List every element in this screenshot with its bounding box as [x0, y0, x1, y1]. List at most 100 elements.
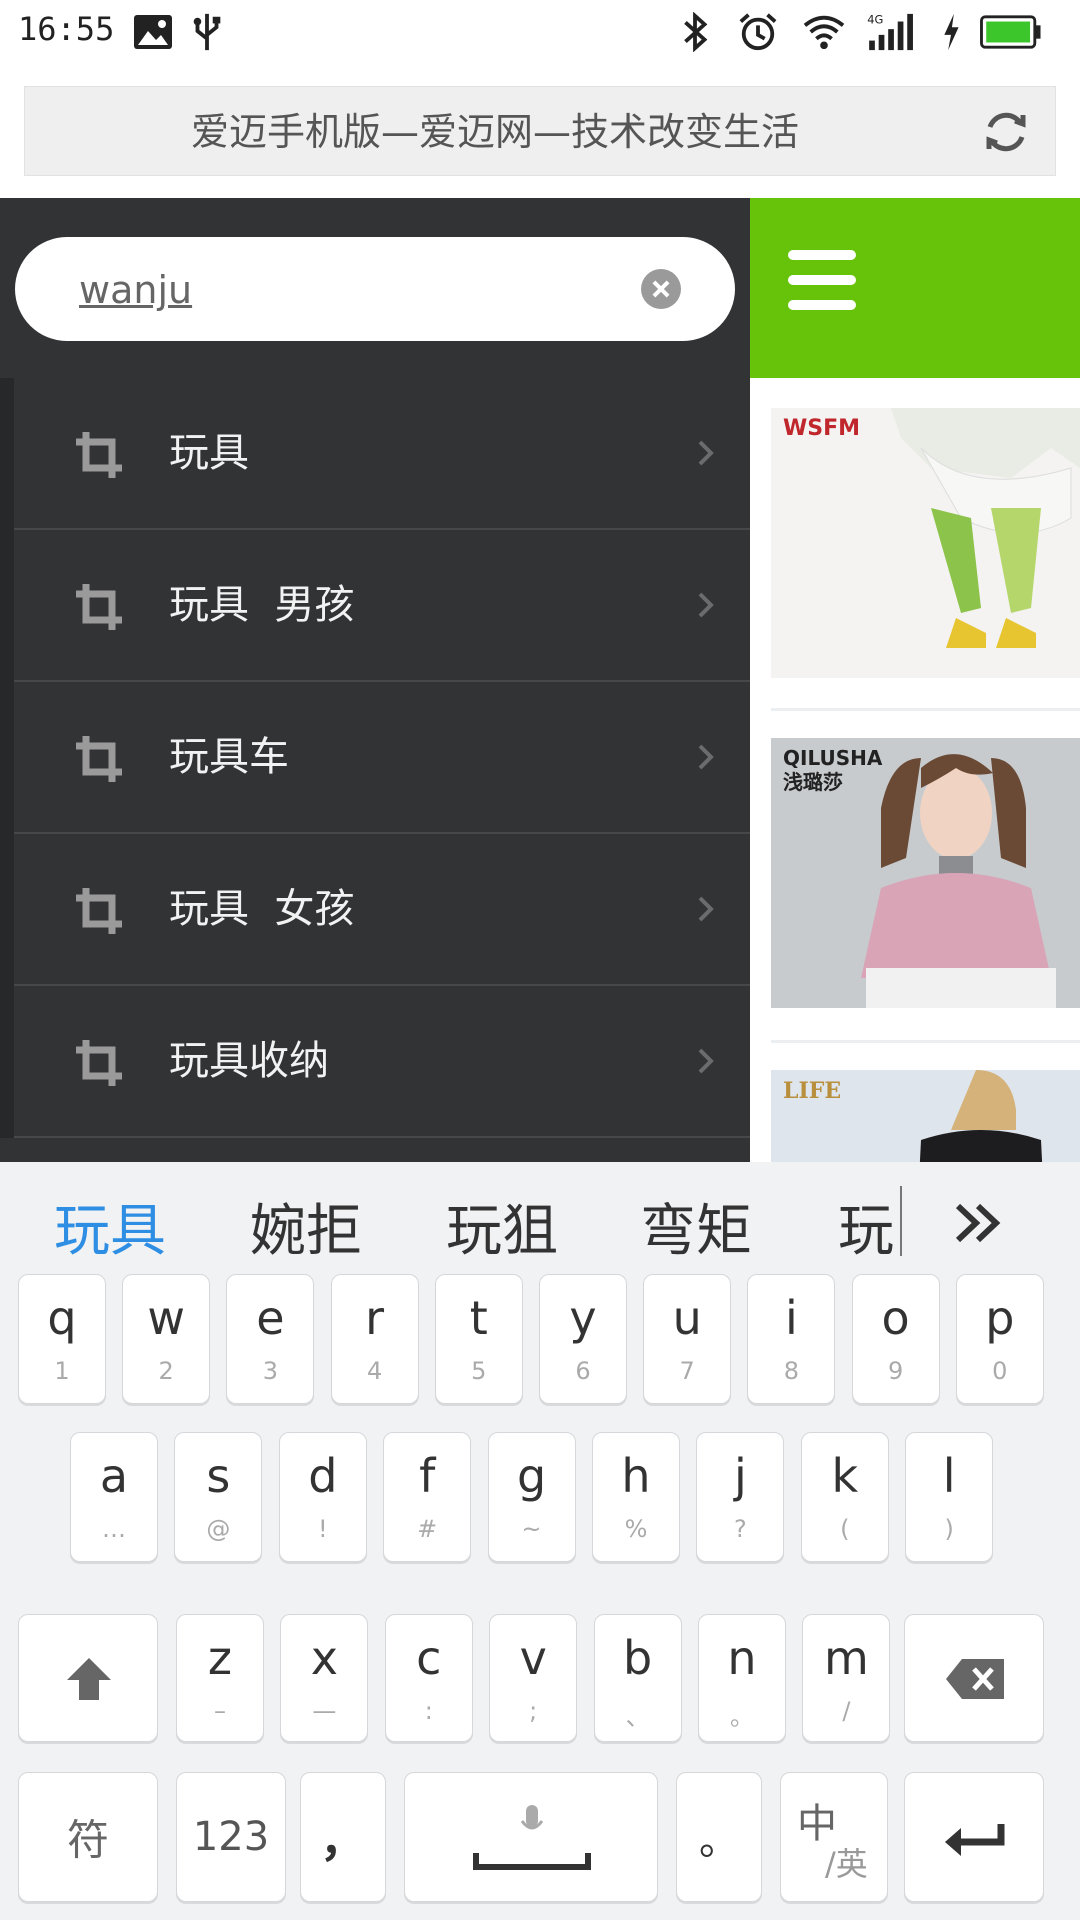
space-key[interactable]: [404, 1772, 658, 1902]
comma-key[interactable]: ，: [300, 1772, 386, 1902]
key-a[interactable]: a…: [70, 1432, 158, 1562]
charging-icon: [944, 13, 959, 51]
suggestion-item[interactable]: 玩具 男孩: [14, 530, 750, 682]
microphone-icon: [520, 1805, 544, 1830]
key-s[interactable]: s @: [174, 1432, 263, 1562]
key-secondary: 1: [54, 1357, 70, 1385]
menu-header: [750, 198, 1080, 378]
candidate-word[interactable]: 玩具: [54, 1186, 166, 1267]
key-secondary: :: [424, 1697, 433, 1725]
key-w[interactable]: w2: [122, 1274, 211, 1404]
suggestion-item[interactable]: 玩具车: [14, 682, 750, 834]
key-v[interactable]: v;: [489, 1614, 578, 1742]
product-image[interactable]: QILUSHA 浅璐莎: [771, 738, 1080, 1008]
suggestion-item[interactable]: 玩具 女孩: [14, 834, 750, 986]
menu-icon[interactable]: [788, 250, 856, 310]
chevron-right-icon: [698, 440, 714, 466]
candidate-bar: 玩具 婉拒 玩狙 弯矩 玩: [0, 1162, 1080, 1280]
key-u[interactable]: u7: [643, 1274, 732, 1404]
key-secondary: 3: [262, 1357, 279, 1385]
crop-icon: [76, 888, 122, 934]
product-image[interactable]: WSFM: [771, 408, 1080, 678]
key-secondary: 2: [158, 1357, 174, 1385]
candidate-word[interactable]: 玩: [838, 1186, 894, 1267]
usb-icon: [193, 13, 221, 51]
key-k[interactable]: k(: [800, 1432, 889, 1562]
key-letter: o: [881, 1291, 910, 1345]
key-p[interactable]: p0: [955, 1274, 1044, 1404]
divider: [771, 708, 1080, 711]
key-z[interactable]: z –: [176, 1614, 264, 1742]
search-box[interactable]: [15, 237, 735, 341]
key-secondary: —: [312, 1697, 337, 1725]
expand-candidates-icon[interactable]: [950, 1198, 1006, 1248]
suggestion-item[interactable]: 玩具: [14, 378, 750, 530]
key-f[interactable]: f #: [383, 1432, 472, 1562]
symbol-key[interactable]: 符: [18, 1772, 158, 1902]
key-letter: u: [672, 1291, 702, 1345]
key-secondary: 8: [783, 1357, 800, 1385]
crop-icon: [76, 432, 122, 478]
key-x[interactable]: x —: [280, 1614, 369, 1742]
key-letter: a: [99, 1449, 129, 1503]
product-image[interactable]: LIFE: [771, 1070, 1080, 1162]
key-secondary: 。: [730, 1703, 754, 1731]
suggestion-label: 玩具: [169, 430, 249, 476]
key-letter: x: [310, 1631, 338, 1685]
period-key-label: 。: [699, 1818, 739, 1864]
key-r[interactable]: r4: [330, 1274, 419, 1404]
number-key-label: 123: [192, 1814, 270, 1860]
key-c[interactable]: c:: [384, 1614, 473, 1742]
chevron-right-icon: [698, 744, 714, 770]
key-i[interactable]: i8: [747, 1274, 836, 1404]
key-secondary: 6: [575, 1357, 591, 1385]
black-top-model-image: [919, 1070, 1043, 1162]
key-d[interactable]: d!: [278, 1432, 367, 1562]
candidate-word[interactable]: 婉拒: [250, 1186, 362, 1267]
number-key[interactable]: 123: [176, 1772, 286, 1902]
language-toggle-key[interactable]: 中 /英: [780, 1772, 888, 1902]
refresh-icon[interactable]: [981, 107, 1031, 157]
product-column: WSFM QILUSHA 浅璐莎 LIFE: [750, 378, 1080, 1162]
search-input[interactable]: [77, 259, 601, 321]
chevron-right-icon: [698, 1048, 714, 1074]
period-key[interactable]: 。: [676, 1772, 762, 1902]
clear-icon[interactable]: [641, 269, 681, 309]
key-t[interactable]: t5: [434, 1274, 523, 1404]
suggestion-item[interactable]: 玩具收纳: [14, 986, 750, 1138]
chevron-right-icon: [698, 896, 714, 922]
key-secondary: 0: [992, 1357, 1008, 1385]
key-secondary: (: [840, 1515, 850, 1543]
key-letter: d: [308, 1449, 338, 1503]
key-secondary: ): [944, 1515, 954, 1543]
svg-text:4G: 4G: [867, 12, 883, 26]
candidate-word[interactable]: 弯矩: [640, 1186, 752, 1267]
key-letter: m: [823, 1631, 869, 1685]
key-j[interactable]: j?: [696, 1432, 785, 1562]
status-time: 16:55: [18, 10, 115, 48]
key-o[interactable]: o9: [851, 1274, 940, 1404]
enter-key[interactable]: [904, 1772, 1044, 1902]
key-secondary: 9: [887, 1357, 904, 1385]
key-y[interactable]: y6: [539, 1274, 627, 1404]
key-g[interactable]: g ~: [487, 1432, 576, 1562]
key-h[interactable]: h%: [592, 1432, 680, 1562]
key-n[interactable]: n。: [698, 1614, 786, 1742]
chevron-right-icon: [698, 592, 714, 618]
key-letter: l: [942, 1449, 956, 1503]
backspace-key[interactable]: [904, 1614, 1044, 1742]
status-bar: 16:55 4G: [0, 0, 1080, 66]
url-bar[interactable]: 爱迈手机版—爱迈网—技术改变生活: [24, 86, 1056, 176]
key-letter: p: [985, 1291, 1015, 1345]
key-q[interactable]: q1: [18, 1274, 106, 1404]
key-secondary: /: [842, 1697, 851, 1725]
key-b[interactable]: b、: [593, 1614, 682, 1742]
dress-model-image: [891, 408, 1080, 648]
key-l[interactable]: l): [905, 1432, 994, 1562]
key-m[interactable]: m /: [802, 1614, 891, 1742]
key-e[interactable]: e3: [226, 1274, 315, 1404]
candidate-word[interactable]: 玩狙: [446, 1186, 558, 1267]
suggestion-list: 玩具 玩具 男孩 玩具车 玩具 女孩 玩具收纳: [0, 378, 750, 1138]
crop-icon: [76, 584, 122, 630]
shift-key[interactable]: [18, 1614, 158, 1742]
